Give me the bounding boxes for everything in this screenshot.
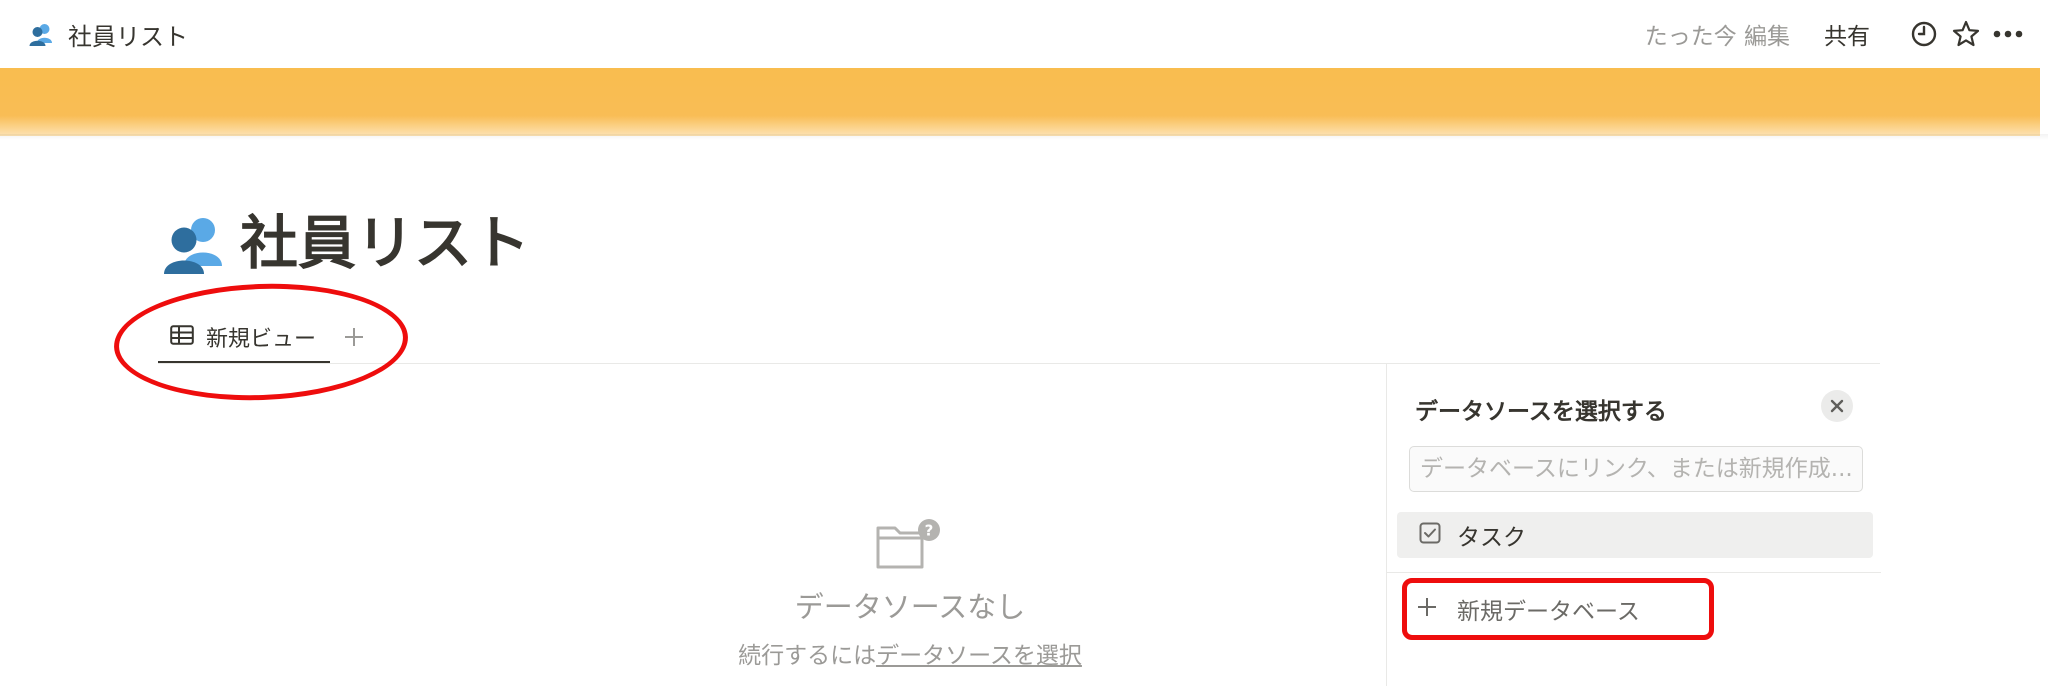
more-icon[interactable] bbox=[1992, 18, 2024, 50]
svg-text:?: ? bbox=[925, 522, 934, 540]
panel-divider bbox=[1387, 572, 1881, 573]
star-icon[interactable] bbox=[1950, 18, 1982, 50]
datasource-search-input[interactable] bbox=[1409, 446, 1863, 492]
people-icon bbox=[28, 21, 54, 47]
empty-state: ? データソースなし 続行するにはデータソースを選択 bbox=[560, 518, 1260, 670]
folder-question-icon: ? bbox=[875, 518, 945, 570]
annotation-ellipse bbox=[112, 278, 410, 406]
annotation-rectangle bbox=[1402, 578, 1714, 640]
breadcrumb-title[interactable]: 社員リスト bbox=[68, 17, 188, 52]
empty-subtitle: 続行するにはデータソースを選択 bbox=[560, 636, 1260, 670]
edited-status: たった今 編集 bbox=[1644, 24, 1790, 50]
clock-icon[interactable] bbox=[1908, 18, 1940, 50]
select-datasource-link[interactable]: データソースを選択 bbox=[876, 643, 1082, 669]
share-button[interactable]: 共有 bbox=[1824, 17, 1870, 51]
people-icon[interactable] bbox=[162, 212, 226, 276]
breadcrumb[interactable]: 社員リスト bbox=[28, 14, 188, 54]
cover-shadow bbox=[0, 134, 2048, 140]
checkbox-icon bbox=[1419, 522, 1441, 548]
top-bar: 社員リスト たった今 編集 共有 bbox=[0, 0, 2048, 68]
empty-title: データソースなし bbox=[794, 590, 1026, 624]
close-icon bbox=[1830, 399, 1844, 413]
empty-subtitle-prefix: 続行するには bbox=[738, 643, 877, 669]
panel-title: データソースを選択する bbox=[1415, 399, 1667, 425]
page-title[interactable]: 社員リスト bbox=[240, 208, 530, 278]
datasource-item-label: タスク bbox=[1457, 525, 1526, 551]
close-button[interactable] bbox=[1821, 390, 1853, 422]
datasource-item-task[interactable]: タスク bbox=[1397, 512, 1873, 558]
page-cover[interactable] bbox=[0, 68, 2040, 136]
